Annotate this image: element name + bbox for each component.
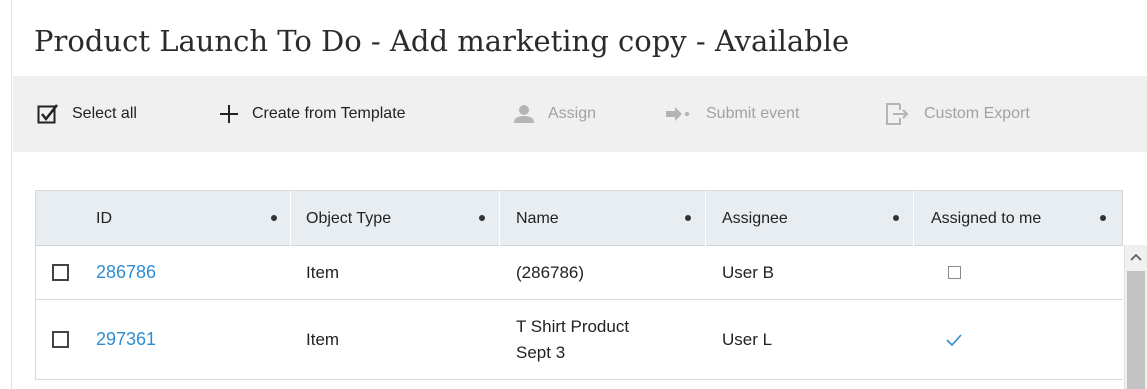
row-select-checkbox[interactable] xyxy=(52,331,69,348)
window-left-border xyxy=(0,0,12,389)
name-cell: T Shirt Product Sept 3 xyxy=(516,300,629,379)
row-select-cell xyxy=(52,246,69,299)
submit-event-button[interactable]: Submit event xyxy=(665,76,799,152)
scrollbar-thumb[interactable] xyxy=(1127,271,1145,389)
item-id-link[interactable]: 297361 xyxy=(96,329,156,350)
select-all-button[interactable]: Select all xyxy=(37,76,137,152)
export-icon xyxy=(885,101,911,127)
column-header-object-type[interactable]: Object Type xyxy=(290,191,499,246)
row-select-cell xyxy=(52,300,69,379)
row-select-checkbox[interactable] xyxy=(52,264,69,281)
items-table: ID Object Type Name Assignee Assigned to… xyxy=(35,190,1125,389)
column-header-label: Assignee xyxy=(722,209,788,227)
id-cell: 286786 xyxy=(96,246,156,299)
column-header-label: Object Type xyxy=(306,209,392,227)
column-header-assignee[interactable]: Assignee xyxy=(705,191,913,246)
vertical-scrollbar[interactable] xyxy=(1124,245,1147,389)
object-type-cell: Item xyxy=(306,329,340,349)
create-from-template-button[interactable]: Create from Template xyxy=(219,76,406,152)
scroll-up-chevron-icon[interactable] xyxy=(1125,245,1147,269)
column-header-label: ID xyxy=(96,209,112,227)
assigned-to-me-cell xyxy=(946,300,962,379)
name-line: T Shirt Product xyxy=(516,316,630,336)
checkbox-select-all-icon xyxy=(37,103,59,125)
assigned-to-me-unchecked-icon xyxy=(948,266,961,279)
name-line: Sept 3 xyxy=(516,342,566,362)
column-menu-dot-icon[interactable] xyxy=(479,215,485,221)
table-header: ID Object Type Name Assignee Assigned to… xyxy=(35,190,1123,246)
name-cell: (286786) xyxy=(516,262,585,282)
assign-label: Assign xyxy=(548,105,597,122)
assignee-cell: User B xyxy=(722,262,774,282)
column-header-label: Assigned to me xyxy=(931,209,1042,227)
object-type-cell: Item xyxy=(306,262,340,282)
table-row[interactable]: 286786 Item (286786) User B xyxy=(35,246,1123,300)
checkmark-icon xyxy=(946,333,962,346)
column-header-label: Name xyxy=(516,209,559,227)
toolbar: Select all Create from Template Assign S… xyxy=(13,76,1147,152)
arrow-right-icon xyxy=(665,106,693,122)
column-menu-dot-icon[interactable] xyxy=(271,215,277,221)
assigned-to-me-cell xyxy=(948,246,961,299)
column-menu-dot-icon[interactable] xyxy=(893,215,899,221)
select-all-label: Select all xyxy=(72,105,137,122)
column-header-id[interactable]: ID xyxy=(96,191,291,246)
create-from-template-label: Create from Template xyxy=(252,105,406,122)
user-icon xyxy=(513,104,535,124)
assignee-cell: User L xyxy=(722,329,773,349)
page-title: Product Launch To Do - Add marketing cop… xyxy=(34,24,850,58)
column-header-name[interactable]: Name xyxy=(499,191,705,246)
column-header-assigned-to-me[interactable]: Assigned to me xyxy=(913,191,1124,246)
submit-event-label: Submit event xyxy=(706,105,800,122)
plus-icon xyxy=(219,104,239,124)
column-menu-dot-icon[interactable] xyxy=(685,215,691,221)
table-row[interactable]: 297361 Item T Shirt Product Sept 3 User … xyxy=(35,300,1123,380)
assign-button[interactable]: Assign xyxy=(513,76,596,152)
custom-export-button[interactable]: Custom Export xyxy=(885,76,1030,152)
item-id-link[interactable]: 286786 xyxy=(96,262,156,283)
id-cell: 297361 xyxy=(96,300,156,379)
custom-export-label: Custom Export xyxy=(924,105,1030,122)
column-menu-dot-icon[interactable] xyxy=(1100,215,1106,221)
